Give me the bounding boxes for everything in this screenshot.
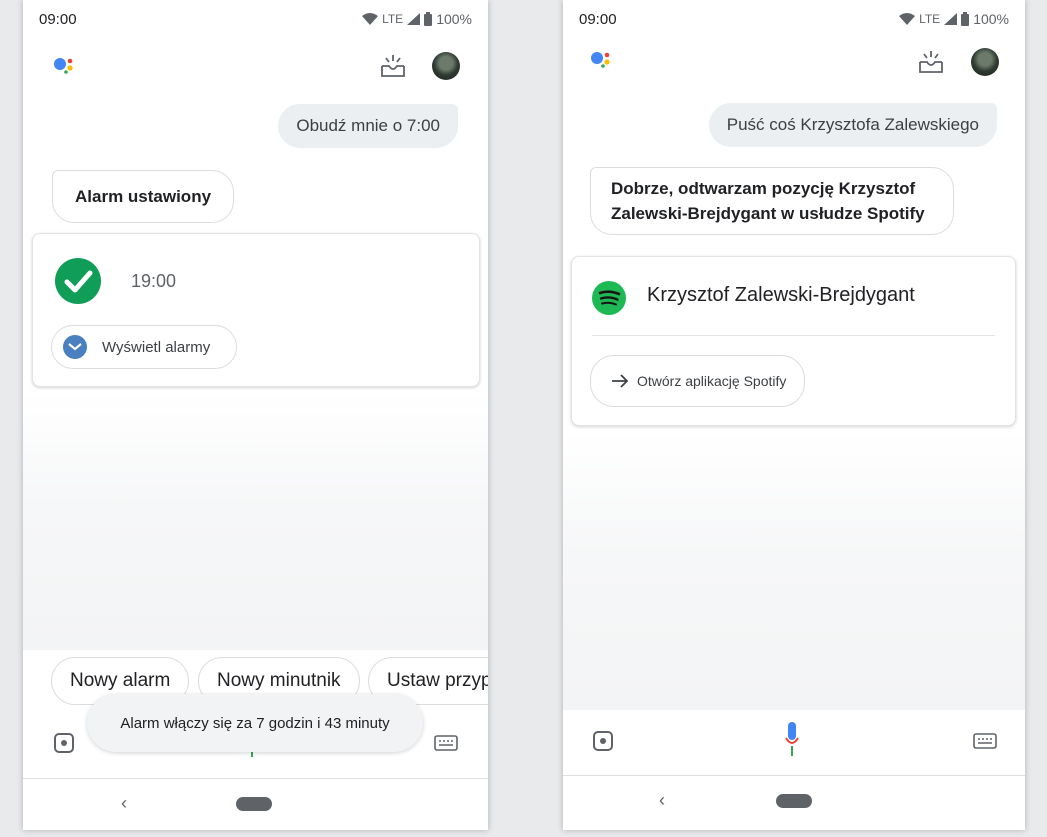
alarm-time: 19:00	[131, 271, 177, 291]
user-message-bubble: Obudź mnie o 7:00	[278, 104, 458, 148]
spotify-icon	[592, 281, 626, 315]
phone-screen-alarm: 09:00 LTE 100% Obudź mnie o 7:00 Alarm u…	[23, 0, 488, 830]
updates-tray-icon[interactable]	[379, 52, 407, 80]
system-nav-bar: ‹	[563, 775, 1025, 826]
status-bar: 09:00 LTE 100%	[23, 0, 488, 40]
signal-icon	[944, 13, 958, 25]
user-avatar[interactable]	[971, 48, 999, 76]
lens-icon[interactable]	[53, 732, 75, 754]
home-button[interactable]	[236, 797, 272, 811]
updates-tray-icon[interactable]	[917, 48, 945, 76]
lens-icon[interactable]	[592, 730, 614, 752]
alarm-card: 19:00 Wyświetl alarmy	[32, 233, 480, 387]
microphone-icon[interactable]	[785, 722, 799, 758]
arrow-right-icon	[612, 374, 629, 388]
status-time: 09:00	[579, 11, 617, 28]
status-bar: 09:00 LTE 100%	[563, 0, 1025, 40]
google-assistant-logo-icon	[54, 58, 73, 74]
alarm-toast: Alarm włączy się za 7 godzin i 43 minuty	[87, 694, 423, 752]
back-button[interactable]: ‹	[121, 793, 127, 814]
assistant-message-bubble: Alarm ustawiony	[52, 170, 235, 223]
open-spotify-button[interactable]: Otwórz aplikację Spotify	[590, 355, 806, 407]
wifi-icon	[899, 13, 916, 25]
spotify-card: Krzysztof Zalewski-Brejdygant Otwórz apl…	[571, 256, 1016, 426]
clock-icon	[63, 335, 87, 359]
system-nav-bar: ‹	[23, 778, 488, 829]
status-time: 09:00	[39, 11, 77, 28]
wifi-icon	[362, 13, 379, 25]
signal-icon	[407, 13, 421, 25]
network-label: LTE	[919, 12, 941, 26]
phone-screen-spotify: 09:00 LTE 100% Puść coś Krzysztofa Zalew…	[563, 0, 1025, 830]
user-message-bubble: Puść coś Krzysztofa Zalewskiego	[708, 103, 997, 147]
battery-label: 100%	[436, 11, 472, 27]
open-spotify-label: Otwórz aplikację Spotify	[637, 373, 787, 389]
keyboard-icon[interactable]	[973, 733, 997, 749]
view-alarms-label: Wyświetl alarmy	[102, 338, 211, 356]
battery-icon	[961, 12, 970, 26]
content-background	[23, 390, 488, 650]
view-alarms-button[interactable]: Wyświetl alarmy	[51, 325, 238, 369]
check-circle-icon	[55, 258, 101, 304]
status-indicators: LTE 100%	[899, 11, 1009, 27]
battery-icon	[424, 12, 433, 26]
assistant-message-bubble: Dobrze, odtwarzam pozycję Krzysztof Zale…	[590, 167, 954, 235]
home-button[interactable]	[776, 794, 812, 808]
status-indicators: LTE 100%	[362, 11, 472, 27]
keyboard-icon[interactable]	[434, 735, 458, 751]
google-assistant-logo-icon	[591, 52, 610, 68]
content-background	[563, 430, 1025, 710]
card-divider	[592, 335, 995, 336]
battery-label: 100%	[973, 11, 1009, 27]
back-button[interactable]: ‹	[659, 790, 665, 811]
user-avatar[interactable]	[432, 52, 460, 80]
assistant-input-bar	[563, 712, 1025, 772]
network-label: LTE	[382, 12, 404, 26]
spotify-track-title: Krzysztof Zalewski-Brejdygant	[647, 284, 915, 306]
